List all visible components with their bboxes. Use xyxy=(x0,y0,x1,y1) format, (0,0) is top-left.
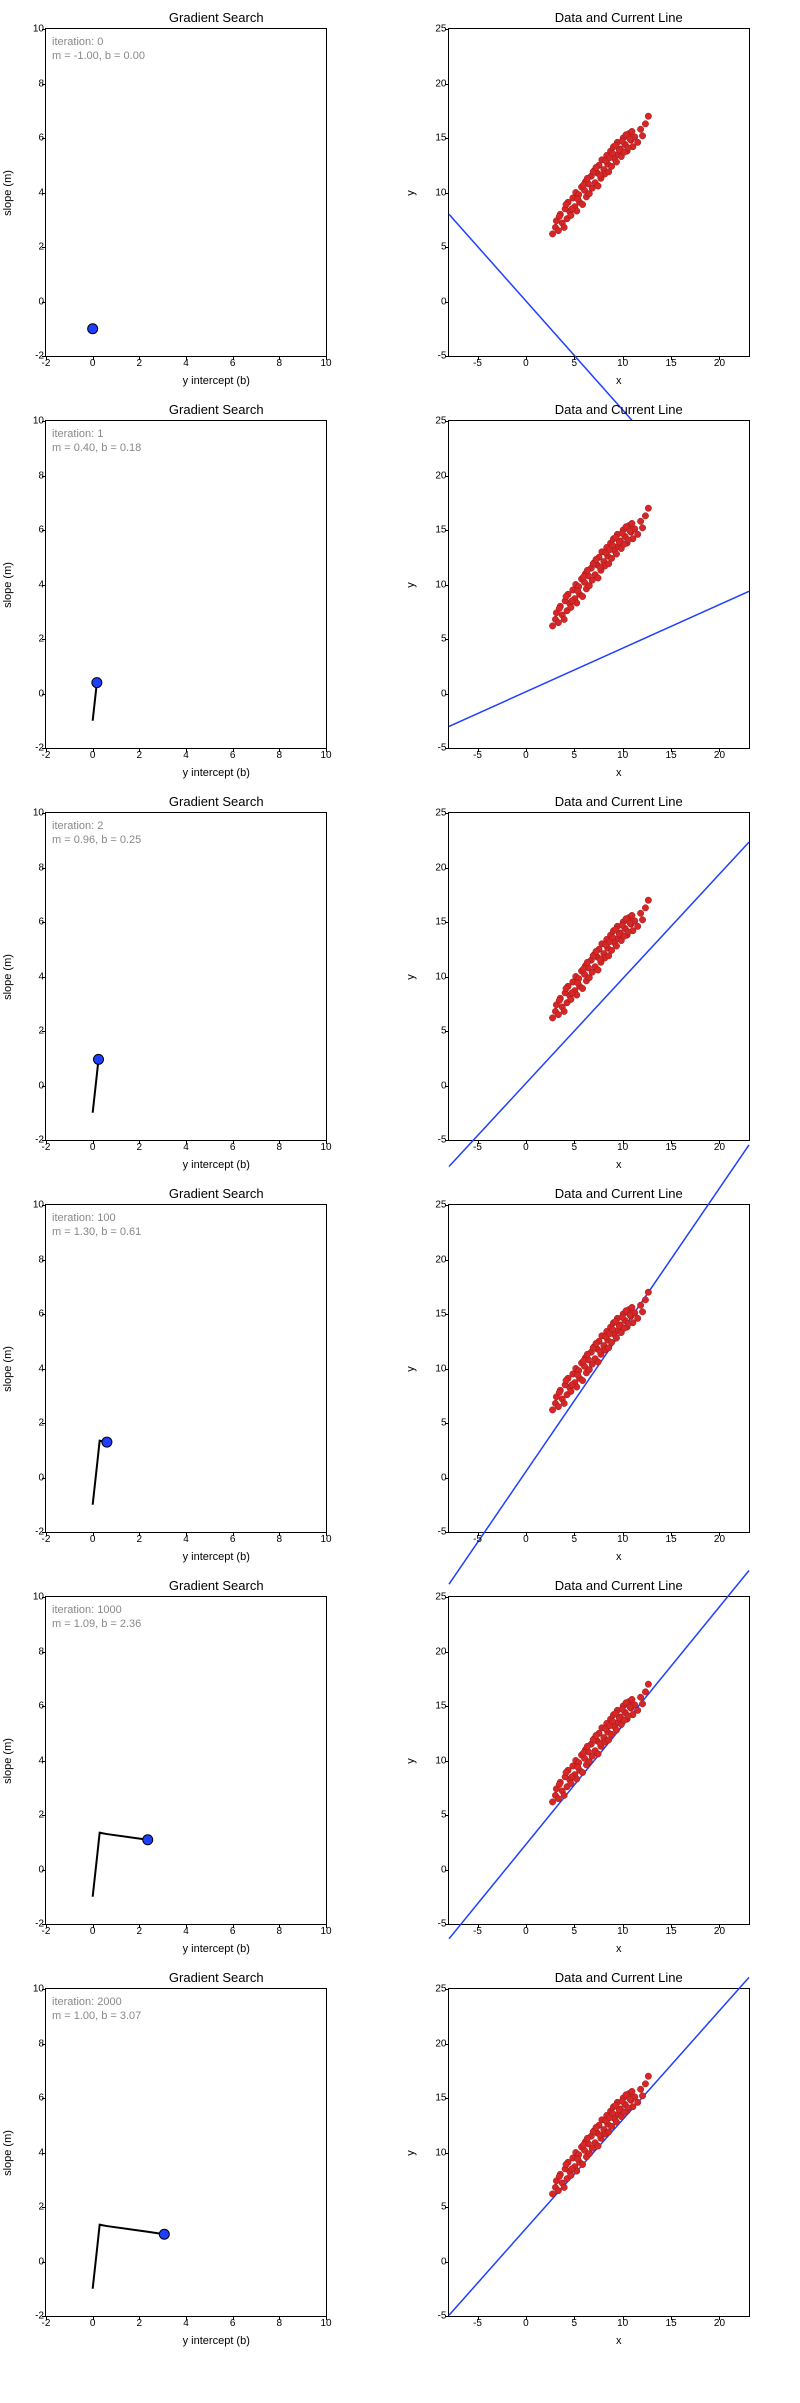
x-axis-label: y intercept (b) xyxy=(45,1159,388,1171)
data-line-chart: Data and Current Line -505101520-50510152… xyxy=(413,10,791,387)
x-ticks: -20246810 xyxy=(46,1926,326,1940)
y-ticks: -50510152025 xyxy=(439,421,447,748)
plot-area: -505101520-50510152025y xyxy=(448,28,750,357)
chart-title: Gradient Search xyxy=(45,10,388,25)
gradient-search-chart: Gradient Search iteration: 2m = 0.96, b =… xyxy=(10,794,388,1171)
gradient-search-chart: Gradient Search iteration: 0m = -1.00, b … xyxy=(10,10,388,387)
gradient-search-chart: Gradient Search iteration: 1000m = 1.09, … xyxy=(10,1578,388,1955)
y-ticks: -20246810 xyxy=(36,1205,44,1532)
chart-title: Data and Current Line xyxy=(448,1578,791,1593)
chart-title: Data and Current Line xyxy=(448,794,791,809)
plot-area: iteration: 100m = 1.30, b = 0.61-2024681… xyxy=(45,1204,327,1533)
x-ticks: -505101520 xyxy=(449,1534,749,1548)
chart-title: Data and Current Line xyxy=(448,402,791,417)
plot-area: iteration: 2m = 0.96, b = 0.25-20246810-… xyxy=(45,812,327,1141)
x-axis-label: x xyxy=(448,767,791,779)
y-axis-label: y xyxy=(405,974,417,980)
x-axis-label: x xyxy=(448,1943,791,1955)
y-axis-label: slope (m) xyxy=(2,562,14,608)
chart-title: Gradient Search xyxy=(45,1970,388,1985)
data-line-chart: Data and Current Line -505101520-50510152… xyxy=(413,402,791,779)
x-axis-label: x xyxy=(448,2335,791,2347)
x-axis-label: y intercept (b) xyxy=(45,1551,388,1563)
x-ticks: -505101520 xyxy=(449,358,749,372)
plot-area: -505101520-50510152025y xyxy=(448,420,750,749)
x-axis-label: y intercept (b) xyxy=(45,375,388,387)
y-ticks: -50510152025 xyxy=(439,29,447,356)
y-axis-label: y xyxy=(405,2150,417,2156)
gradient-search-chart: Gradient Search iteration: 1m = 0.40, b =… xyxy=(10,402,388,779)
x-ticks: -20246810 xyxy=(46,2318,326,2332)
plot-area: iteration: 0m = -1.00, b = 0.00-20246810… xyxy=(45,28,327,357)
y-axis-label: y xyxy=(405,190,417,196)
y-ticks: -50510152025 xyxy=(439,1989,447,2316)
y-axis-label: slope (m) xyxy=(2,1738,14,1784)
y-axis-label: slope (m) xyxy=(2,954,14,1000)
x-axis-label: y intercept (b) xyxy=(45,2335,388,2347)
y-ticks: -50510152025 xyxy=(439,1205,447,1532)
y-ticks: -50510152025 xyxy=(439,813,447,1140)
y-ticks: -20246810 xyxy=(36,421,44,748)
x-ticks: -505101520 xyxy=(449,750,749,764)
chart-title: Gradient Search xyxy=(45,794,388,809)
plot-area: -505101520-50510152025y xyxy=(448,1988,750,2317)
plot-area: iteration: 1m = 0.40, b = 0.18-20246810-… xyxy=(45,420,327,749)
gradient-search-chart: Gradient Search iteration: 100m = 1.30, b… xyxy=(10,1186,388,1563)
data-line-chart: Data and Current Line -505101520-50510152… xyxy=(413,1578,791,1955)
x-axis-label: y intercept (b) xyxy=(45,767,388,779)
plot-area: -505101520-50510152025y xyxy=(448,812,750,1141)
chart-title: Gradient Search xyxy=(45,1186,388,1201)
x-axis-label: x xyxy=(448,1159,791,1171)
data-line-chart: Data and Current Line -505101520-50510152… xyxy=(413,794,791,1171)
chart-title: Gradient Search xyxy=(45,1578,388,1593)
y-ticks: -20246810 xyxy=(36,1989,44,2316)
y-axis-label: slope (m) xyxy=(2,2130,14,2176)
chart-title: Data and Current Line xyxy=(448,1186,791,1201)
x-ticks: -505101520 xyxy=(449,1142,749,1156)
x-axis-label: y intercept (b) xyxy=(45,1943,388,1955)
x-ticks: -505101520 xyxy=(449,2318,749,2332)
plot-area: -505101520-50510152025y xyxy=(448,1204,750,1533)
y-ticks: -20246810 xyxy=(36,1597,44,1924)
plot-area: iteration: 2000m = 1.00, b = 3.07-202468… xyxy=(45,1988,327,2317)
y-ticks: -20246810 xyxy=(36,29,44,356)
x-ticks: -505101520 xyxy=(449,1926,749,1940)
y-axis-label: slope (m) xyxy=(2,170,14,216)
x-axis-label: x xyxy=(448,375,791,387)
data-line-chart: Data and Current Line -505101520-50510152… xyxy=(413,1186,791,1563)
x-ticks: -20246810 xyxy=(46,1142,326,1156)
y-axis-label: y xyxy=(405,1366,417,1372)
x-ticks: -20246810 xyxy=(46,358,326,372)
y-axis-label: y xyxy=(405,582,417,588)
chart-title: Data and Current Line xyxy=(448,10,791,25)
chart-title: Data and Current Line xyxy=(448,1970,791,1985)
y-axis-label: slope (m) xyxy=(2,1346,14,1392)
x-ticks: -20246810 xyxy=(46,750,326,764)
x-ticks: -20246810 xyxy=(46,1534,326,1548)
y-axis-label: y xyxy=(405,1758,417,1764)
plot-area: -505101520-50510152025y xyxy=(448,1596,750,1925)
gradient-search-chart: Gradient Search iteration: 2000m = 1.00, … xyxy=(10,1970,388,2347)
chart-title: Gradient Search xyxy=(45,402,388,417)
x-axis-label: x xyxy=(448,1551,791,1563)
y-ticks: -50510152025 xyxy=(439,1597,447,1924)
plot-area: iteration: 1000m = 1.09, b = 2.36-202468… xyxy=(45,1596,327,1925)
y-ticks: -20246810 xyxy=(36,813,44,1140)
data-line-chart: Data and Current Line -505101520-50510152… xyxy=(413,1970,791,2347)
